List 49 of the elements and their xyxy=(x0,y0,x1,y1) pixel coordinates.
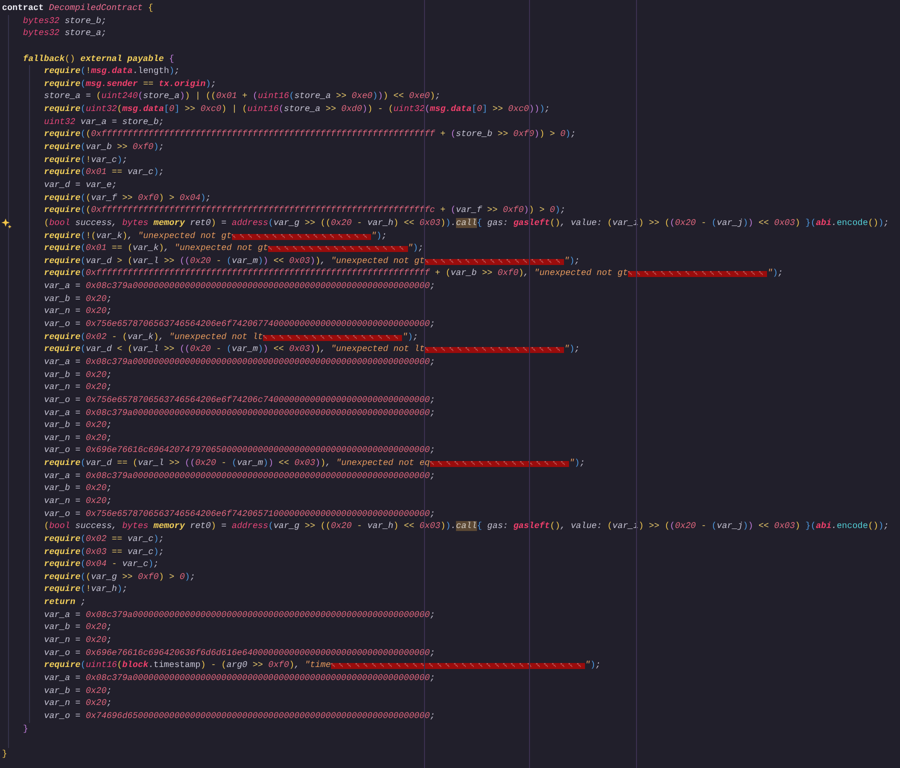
code-line: contract DecompiledContract { xyxy=(2,2,154,15)
code-line: var_o = 0x756e6578706563746564206e6f74206571000000000000000000000000000000; xyxy=(44,508,436,520)
code-line: var_a = 0x08c379a000000000000000000000000000000000000000000000000000000000; xyxy=(44,470,436,482)
code-line: var_a = 0x08c379a000000000000000000000000000000000000000000000000000000000; xyxy=(44,608,436,622)
code-line: require((0xfffffffffffffffffffffffffffffffffffffffffffffffffffffffffffffffc + (var_f >> 0xf0)) > 0); xyxy=(44,204,566,217)
code-line: var_n = 0x20; xyxy=(44,305,112,318)
code-line: var_b = 0x20; xyxy=(44,684,112,698)
code-line: var_a = 0x08c379a000000000000000000000000000000000000000000000000000000000; xyxy=(44,356,436,369)
code-line: require(msg.sender == tx.origin); xyxy=(44,78,216,90)
code-line: var_b = 0x20; xyxy=(44,419,112,432)
code-line: var_b = 0x20; xyxy=(44,482,112,495)
code-line: var_a = 0x08c379a000000000000000000000000000000000000000000000000000000000; xyxy=(44,672,436,685)
code-line: } xyxy=(2,748,8,760)
code-line: fallback() external payable { xyxy=(23,52,174,66)
code-line: var_a = 0x08c379a000000000000000000000000000000000000000000000000000000000; xyxy=(44,280,436,293)
code-line: var_o = 0x696e76616c696420636f6d6d616e640000000000000000000000000000000000; xyxy=(44,646,436,660)
code-line: require(0x01 == var_c); xyxy=(44,166,164,179)
code-line: require(0x02 == var_c); xyxy=(44,532,164,546)
code-line: require(!var_h); xyxy=(44,583,128,596)
code-line: } xyxy=(23,722,28,736)
code-line: var_n = 0x20; xyxy=(44,432,112,444)
code-line: return ; xyxy=(44,596,86,609)
code-line: var_n = 0x20; xyxy=(44,634,112,647)
code-line: var_o = 0x74696d6500000000000000000000000000000000000000000000000000000000; xyxy=(44,710,436,723)
code-line: var_o = 0x756e6578706563746564206e6f74206c74000000000000000000000000000000; xyxy=(44,394,436,407)
code-line: require(uint32(msg.data[0] >> 0xc0) | (uint16(store_a >> 0xd0)) - (uint32(msg.data[0] >> 0xc0))); xyxy=(44,103,550,116)
code-line: var_b = 0x20; xyxy=(44,621,112,634)
code-line: var_b = 0x20; xyxy=(44,368,112,382)
code-line: var_o = 0x756e6578706563746564206e6f74206774000000000000000000000000000000; xyxy=(44,318,436,331)
code-line: require(!msg.data.length); xyxy=(44,65,180,78)
code-line: require(var_b >> 0xf0); xyxy=(44,141,164,154)
code-line: var_d = var_e; xyxy=(44,178,117,192)
code-line: bytes32 store_a; xyxy=(23,27,106,40)
code-line: require(0x03 == var_c); xyxy=(44,546,164,558)
code-line: require((0xffffffffffffffffffffffffffffffffffffffffffffffffffffffffffffffff + (store_b >> 0xf0)) > 0); xyxy=(44,128,576,142)
code-line: var_n = 0x20; xyxy=(44,494,112,508)
code-line: var_o = 0x696e76616c696420747970650000000000000000000000000000000000000000; xyxy=(44,444,436,458)
code-line: bytes32 store_b; xyxy=(23,14,106,28)
code-line: require(0x04 - var_c); xyxy=(44,558,159,571)
code-line: store_a = (uint240(store_a)) | ((0x01 + (uint16(store_a >> 0xe0))) << 0xe0); xyxy=(44,90,440,104)
code-line: var_n = 0x20; xyxy=(44,697,112,710)
code-line: require(!var_c); xyxy=(44,154,128,166)
code-line: require((var_g >> 0xf0) > 0); xyxy=(44,570,196,584)
sparkle-icon[interactable] xyxy=(1,218,12,229)
code-line: var_n = 0x20; xyxy=(44,381,112,394)
code-line: require((var_f >> 0xf0) > 0x04); xyxy=(44,192,211,204)
code-line: var_b = 0x20; xyxy=(44,292,112,306)
code-line: uint32 var_a = store_b; xyxy=(44,116,164,128)
code-line: var_a = 0x08c379a000000000000000000000000000000000000000000000000000000000; xyxy=(44,406,436,420)
